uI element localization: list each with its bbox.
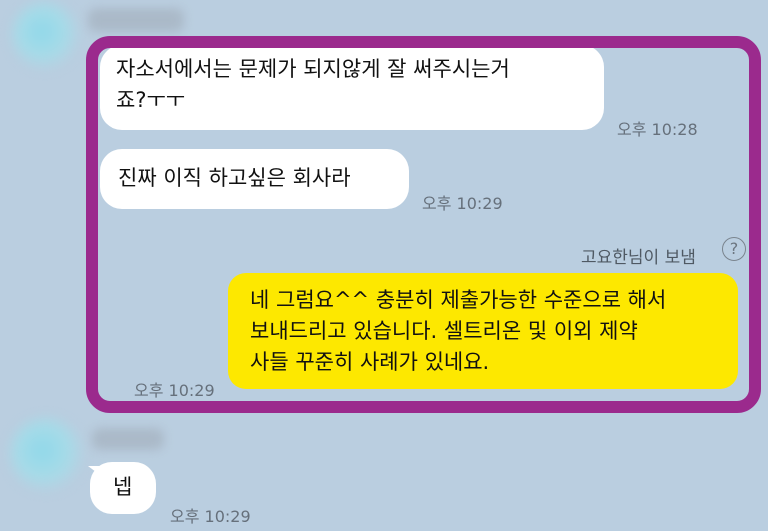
message-timestamp-1: 오후 10:28 <box>617 120 698 139</box>
sender-name-blurred-2 <box>92 428 164 450</box>
message-timestamp-4: 오후 10:29 <box>170 507 251 526</box>
message-bubble-outgoing[interactable]: 네 그럼요^^ 충분히 제출가능한 수준으로 해서 보내드리고 있습니다. 셀트… <box>228 273 738 389</box>
question-icon[interactable]: ? <box>722 237 746 261</box>
message-bubble-incoming-3[interactable]: 넵 <box>90 462 156 514</box>
message-timestamp-3: 오후 10:29 <box>134 381 215 400</box>
sender-avatar[interactable] <box>12 2 78 68</box>
sender-avatar-2[interactable] <box>10 418 82 490</box>
sent-by-label: 고요한님이 보냄 <box>581 248 696 268</box>
message-timestamp-2: 오후 10:29 <box>422 194 503 213</box>
message-bubble-incoming-2[interactable]: 진짜 이직 하고싶은 회사라 <box>100 149 409 209</box>
sender-name-blurred <box>88 8 184 32</box>
message-bubble-incoming-1[interactable]: 자소서에서는 문제가 되지않게 잘 써주시는거 죠?ㅜㅜ <box>100 45 604 130</box>
